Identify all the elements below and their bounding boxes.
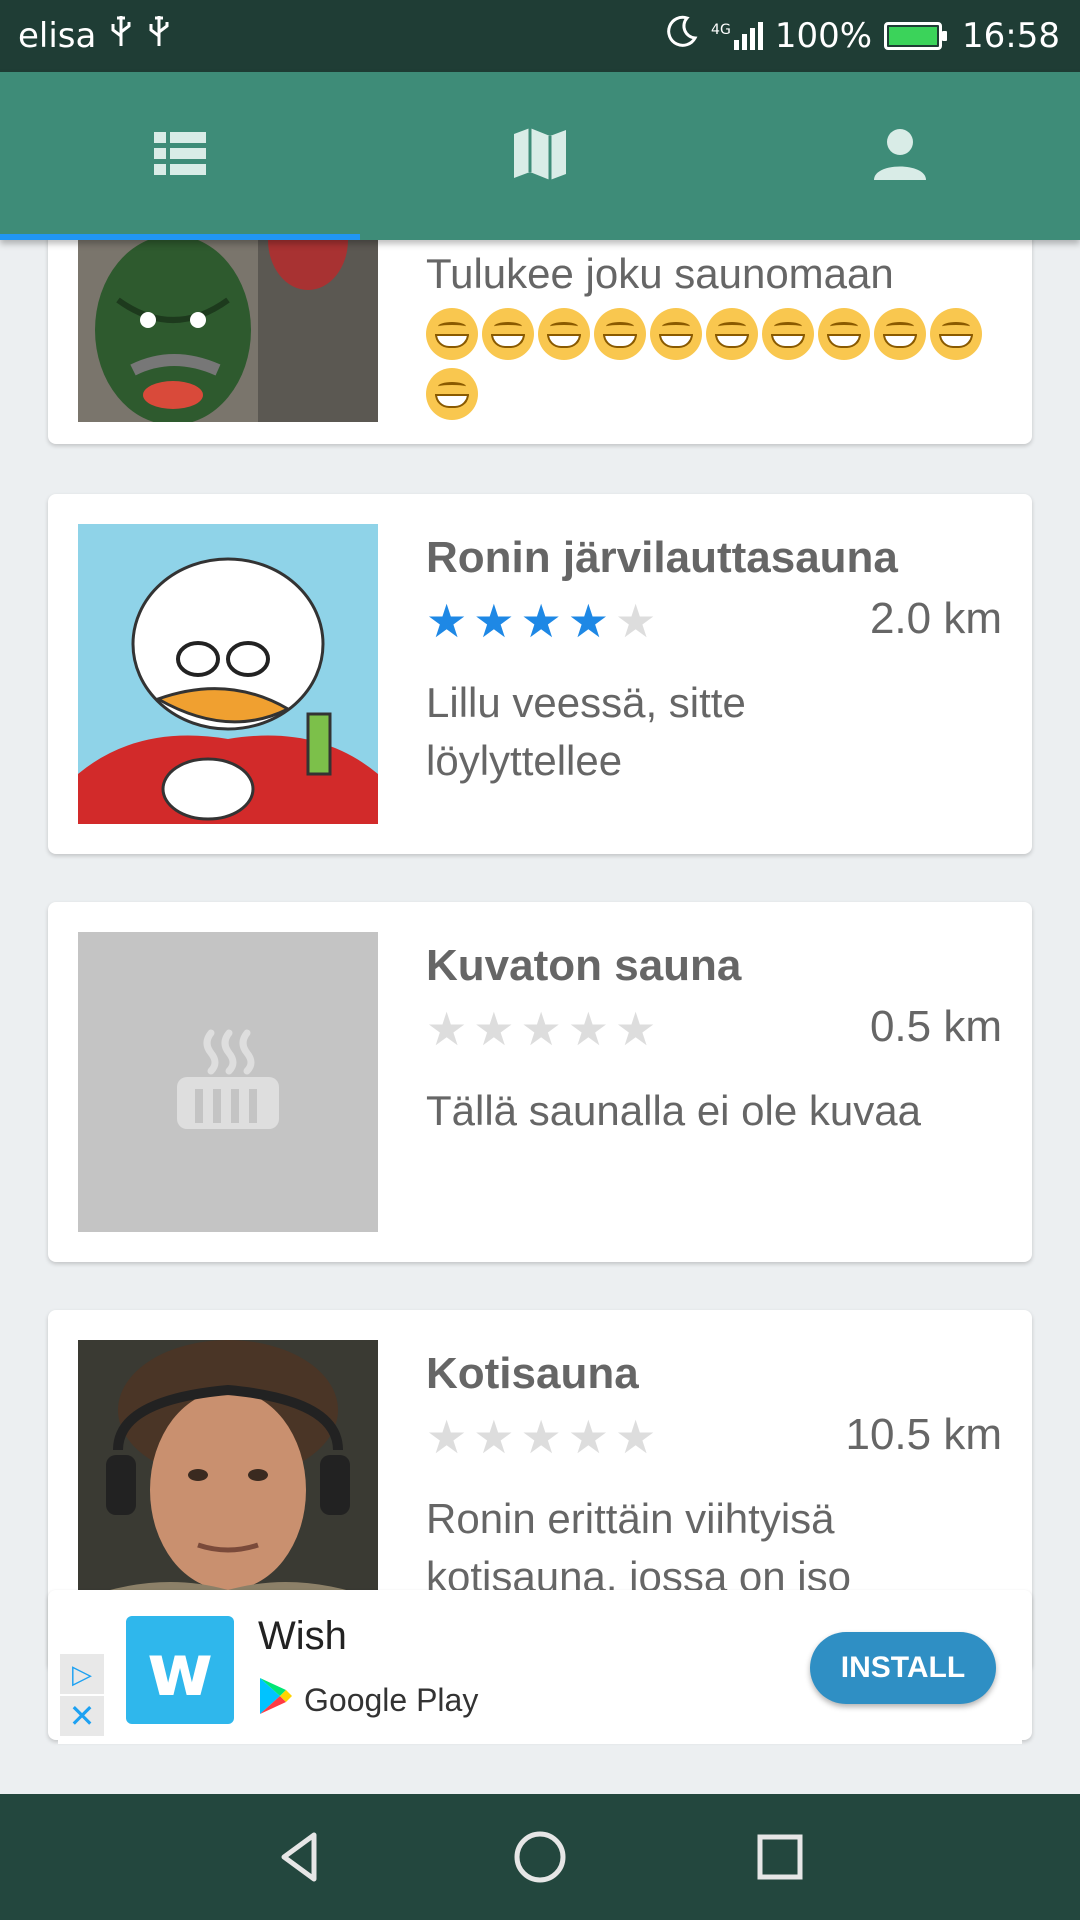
grinning-face-emoji: [482, 307, 534, 360]
grinning-face-emoji: [650, 307, 702, 360]
star-empty-icon: ★: [520, 1002, 562, 1056]
grinning-face-emoji: [930, 307, 982, 360]
star-empty-icon: ★: [615, 1002, 657, 1056]
sauna-distance: 10.5 km: [845, 1410, 1002, 1459]
moon-icon: [665, 14, 699, 57]
emoji-row: [426, 304, 986, 424]
recents-icon[interactable]: [750, 1827, 810, 1887]
sauna-distance: 2.0 km: [869, 594, 1002, 643]
home-icon[interactable]: [510, 1827, 570, 1887]
grinning-face-emoji: [762, 307, 814, 360]
sauna-thumbnail: [78, 240, 378, 422]
star-empty-icon: ★: [567, 1410, 609, 1464]
google-play-icon: [258, 1676, 294, 1724]
list-item[interactable]: Ronin järvilauttasauna ★ ★ ★ ★ ★ 2.0 km Lill…: [48, 494, 1032, 854]
back-icon[interactable]: [270, 1827, 330, 1887]
sauna-distance: 0.5 km: [869, 1002, 1002, 1051]
battery-percent: 100%: [774, 15, 873, 56]
map-icon: [510, 124, 570, 189]
star-empty-icon: ★: [615, 1410, 657, 1464]
grinning-face-emoji: [538, 307, 590, 360]
star-rating: ★ ★ ★ ★ ★: [426, 1006, 656, 1052]
close-icon[interactable]: ✕: [60, 1696, 104, 1736]
star-empty-icon: ★: [520, 1410, 562, 1464]
sauna-title: Kotisauna: [426, 1349, 639, 1398]
sauna-description: Tulukee joku saunomaan: [426, 250, 894, 297]
list-item[interactable]: Kuvaton sauna ★ ★ ★ ★ ★ 0.5 km Tällä saunall…: [48, 902, 1032, 1262]
star-empty-icon: ★: [615, 594, 657, 648]
wish-app-logo[interactable]: w: [126, 1616, 234, 1724]
google-play-badge: Google Play: [258, 1676, 478, 1724]
star-filled-icon: ★: [567, 594, 609, 648]
grinning-face-emoji: [706, 307, 758, 360]
tab-map[interactable]: [360, 72, 720, 240]
clock: 16:58: [962, 15, 1060, 56]
sauna-description: Lillu veessä, sitte löylyttellee: [426, 679, 746, 784]
sauna-title: Ronin järvilauttasauna: [426, 533, 898, 582]
grinning-face-emoji: [594, 307, 646, 360]
star-empty-icon: ★: [473, 1002, 515, 1056]
list-icon: [150, 124, 210, 189]
install-button[interactable]: INSTALL: [810, 1632, 996, 1704]
placeholder-thumbnail: [78, 932, 378, 1232]
star-rating: ★ ★ ★ ★ ★: [426, 598, 656, 644]
star-empty-icon: ★: [567, 1002, 609, 1056]
star-filled-icon: ★: [520, 594, 562, 648]
battery-icon: [884, 21, 948, 50]
tab-profile[interactable]: [720, 72, 1080, 240]
star-empty-icon: ★: [426, 1002, 468, 1056]
star-empty-icon: ★: [426, 1410, 468, 1464]
sauna-description: Ronin erittäin viihtyisä kotisauna, joss…: [426, 1495, 851, 1600]
carrier-name: elisa: [18, 15, 97, 56]
grinning-face-emoji: [426, 367, 478, 420]
signal-4g-icon: 4G: [711, 21, 763, 50]
star-empty-icon: ★: [473, 1410, 515, 1464]
grinning-face-emoji: [874, 307, 926, 360]
usb-icon: [146, 14, 172, 57]
star-filled-icon: ★: [426, 594, 468, 648]
sauna-title: Kuvaton sauna: [426, 941, 742, 990]
star-rating: ★ ★ ★ ★ ★: [426, 1414, 656, 1460]
ad-banner[interactable]: ▷ ✕ w Wish Google Play INSTALL: [58, 1594, 1022, 1744]
battery-fill: [889, 26, 938, 45]
selected-tab-indicator: [0, 234, 360, 240]
usb-icon: [108, 14, 134, 57]
tab-bar: [0, 72, 1080, 240]
status-bar: elisa 4G 100% 16:58: [0, 0, 1080, 72]
grinning-face-emoji: [426, 307, 478, 360]
adchoices-icon[interactable]: ▷: [60, 1654, 104, 1694]
sauna-icon: [173, 1025, 283, 1140]
star-filled-icon: ★: [473, 594, 515, 648]
grinning-face-emoji: [818, 307, 870, 360]
sauna-description: Tällä saunalla ei ole kuvaa: [426, 1087, 921, 1134]
list-item[interactable]: Tulukee joku saunomaan: [48, 240, 1032, 444]
person-icon: [870, 124, 930, 189]
tab-list[interactable]: [0, 72, 360, 240]
navigation-bar: [0, 1794, 1080, 1920]
ad-app-name[interactable]: Wish: [258, 1614, 347, 1659]
sauna-thumbnail: [78, 524, 378, 824]
sauna-list[interactable]: Tulukee joku saunomaan Ronin järvilautta…: [0, 240, 1080, 1794]
